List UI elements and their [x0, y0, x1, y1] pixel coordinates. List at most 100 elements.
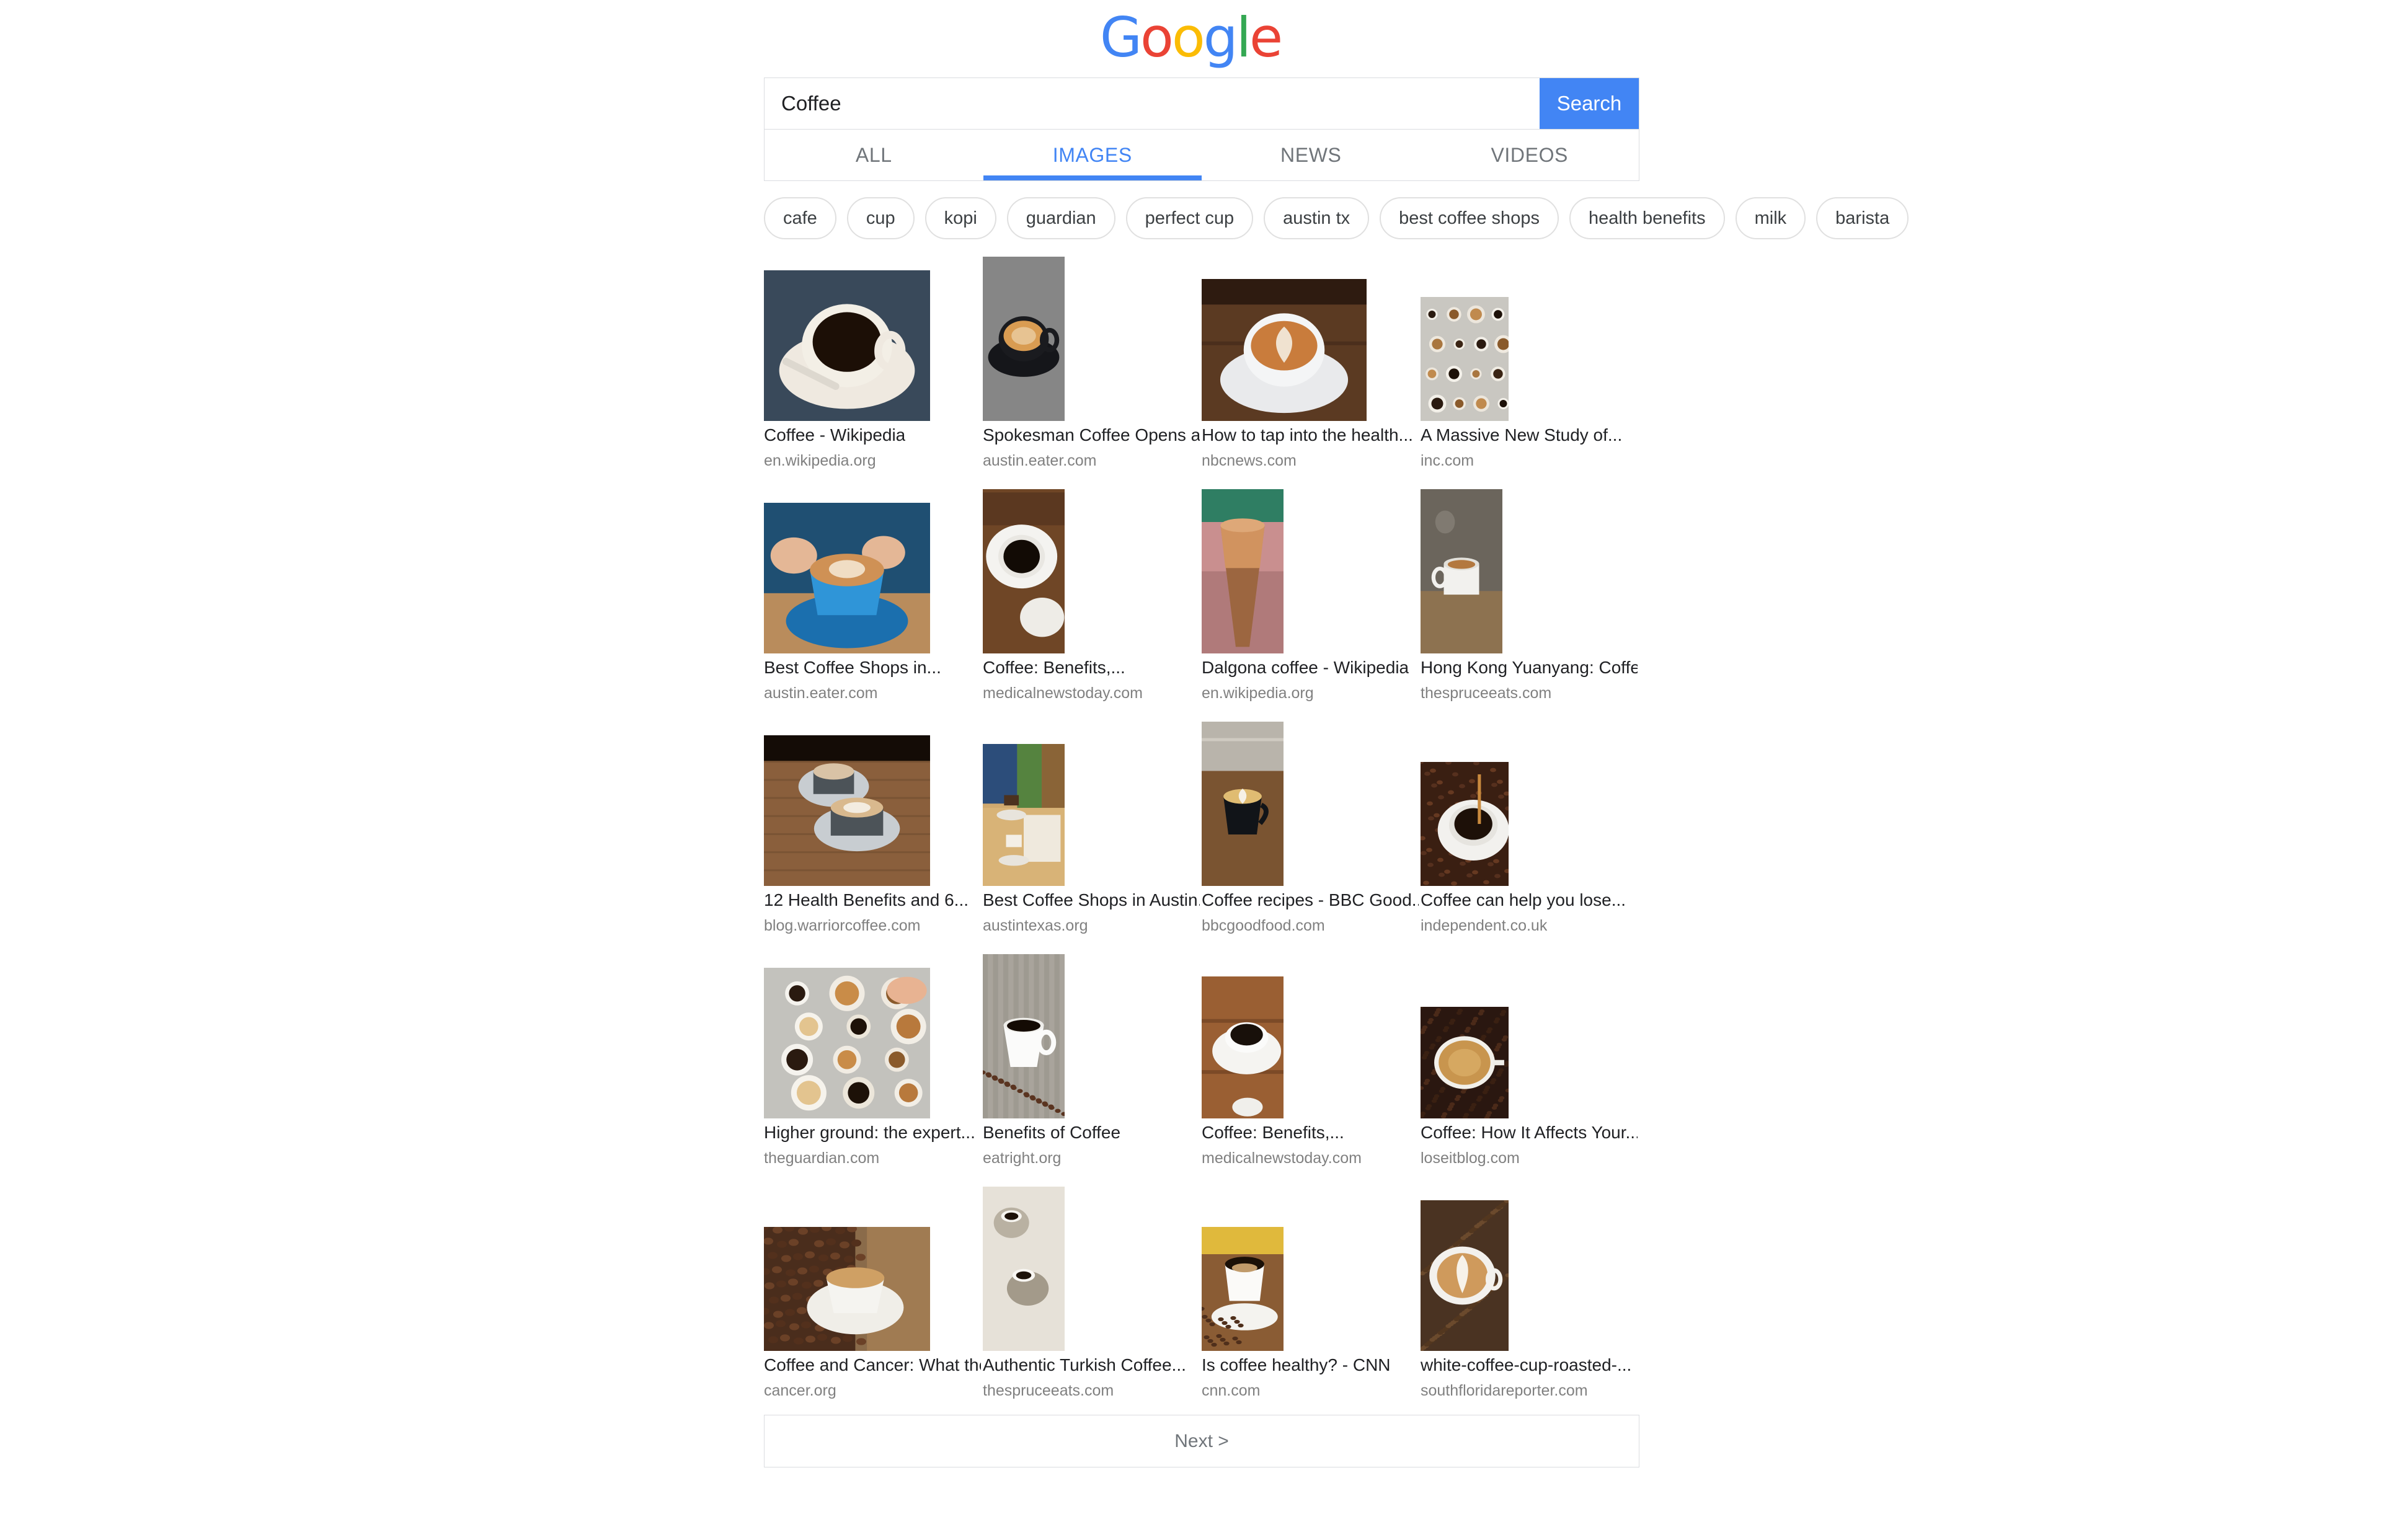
image-result-title[interactable]: Spokesman Coffee Opens a...	[983, 425, 1200, 446]
image-result-item[interactable]: A Massive New Study of... inc.com	[1421, 257, 1639, 489]
image-thumbnail-box	[1202, 489, 1421, 653]
image-result-title[interactable]: How to tap into the health...	[1202, 425, 1413, 446]
image-result-item[interactable]: Dalgona coffee - Wikipedia en.wikipedia.o…	[1202, 489, 1421, 722]
image-result-item[interactable]: Spokesman Coffee Opens a... austin.eater.…	[983, 257, 1202, 489]
image-thumbnail[interactable]	[983, 744, 1065, 886]
google-logo-letter-4: l	[1236, 6, 1252, 69]
image-thumbnail[interactable]	[764, 270, 930, 421]
image-result-item[interactable]: Coffee: Benefits,... medicalnewstoday.com	[983, 489, 1202, 722]
image-result-domain: bbcgoodfood.com	[1202, 917, 1325, 934]
image-thumbnail-box	[983, 722, 1202, 886]
image-result-title[interactable]: Hong Kong Yuanyang: Coffee...	[1421, 657, 1638, 678]
search-chip-cup[interactable]: cup	[846, 197, 915, 239]
image-result-item[interactable]: Best Coffee Shops in... austin.eater.com	[764, 489, 983, 722]
image-result-item[interactable]: Coffee and Cancer: What the... cancer.org	[764, 1187, 983, 1419]
search-chip-austin-tx[interactable]: austin tx	[1264, 197, 1370, 239]
image-result-item[interactable]: Coffee: Benefits,... medicalnewstoday.com	[1202, 954, 1421, 1187]
image-thumbnail[interactable]	[764, 1227, 930, 1351]
image-thumbnail[interactable]	[1202, 722, 1284, 886]
image-result-title[interactable]: Coffee - Wikipedia	[764, 425, 905, 446]
image-result-item[interactable]: Benefits of Coffee eatright.org	[983, 954, 1202, 1187]
image-result-item[interactable]: Coffee: How It Affects Your... loseitblog…	[1421, 954, 1639, 1187]
image-thumbnail[interactable]	[1421, 297, 1509, 421]
search-button[interactable]: Search	[1540, 78, 1639, 129]
image-result-item[interactable]: How to tap into the health... nbcnews.com	[1202, 257, 1421, 489]
image-thumbnail-box	[983, 257, 1202, 421]
image-result-domain: thespruceeats.com	[1421, 684, 1552, 702]
tab-all[interactable]: ALL	[765, 130, 983, 180]
next-page-button[interactable]: Next >	[764, 1415, 1639, 1467]
google-logo-text: Google	[1100, 6, 1283, 69]
google-logo-letter-3: g	[1203, 6, 1238, 69]
image-thumbnail[interactable]	[1202, 976, 1284, 1118]
image-result-item[interactable]: Authentic Turkish Coffee... thespruceeats…	[983, 1187, 1202, 1419]
search-input[interactable]	[765, 78, 1540, 129]
image-thumbnail[interactable]	[1421, 1007, 1509, 1118]
image-thumbnail[interactable]	[764, 503, 930, 653]
image-result-item[interactable]: 12 Health Benefits and 6... blog.warriorc…	[764, 722, 983, 954]
search-chip-barista[interactable]: barista	[1816, 197, 1909, 239]
image-result-item[interactable]: Best Coffee Shops in Austin... austintexa…	[983, 722, 1202, 954]
image-result-item[interactable]: Hong Kong Yuanyang: Coffee... thespruceea…	[1421, 489, 1639, 722]
image-thumbnail[interactable]	[983, 954, 1065, 1118]
image-thumbnail[interactable]	[1202, 279, 1367, 421]
image-result-domain: inc.com	[1421, 452, 1474, 469]
image-result-title[interactable]: Benefits of Coffee	[983, 1122, 1120, 1143]
search-chip-milk[interactable]: milk	[1735, 197, 1806, 239]
google-images-results-page: Google Search ALLIMAGESNEWSVIDEOS cafecu…	[0, 0, 2381, 1540]
image-result-title[interactable]: Dalgona coffee - Wikipedia	[1202, 657, 1409, 678]
image-thumbnail-box	[1421, 489, 1639, 653]
image-result-title[interactable]: Coffee can help you lose...	[1421, 890, 1626, 911]
image-result-domain: loseitblog.com	[1421, 1149, 1520, 1167]
related-search-chips: cafe cup kopi guardian perfect cup austin tx b…	[764, 194, 1909, 242]
search-chip-kopi[interactable]: kopi	[924, 197, 996, 239]
search-chip-cafe[interactable]: cafe	[764, 197, 836, 239]
image-result-item[interactable]: white-coffee-cup-roasted-... southflorida…	[1421, 1187, 1639, 1419]
image-result-title[interactable]: Coffee and Cancer: What the...	[764, 1355, 981, 1376]
image-result-title[interactable]: Coffee: How It Affects Your...	[1421, 1122, 1638, 1143]
image-result-title[interactable]: Coffee recipes - BBC Good...	[1202, 890, 1419, 911]
image-results-grid: Coffee - Wikipedia en.wikipedia.org Spokes…	[764, 257, 1639, 1419]
tab-news[interactable]: NEWS	[1202, 130, 1421, 180]
image-result-item[interactable]: Is coffee healthy? - CNN cnn.com	[1202, 1187, 1421, 1419]
image-result-domain: cancer.org	[764, 1382, 836, 1399]
image-thumbnail[interactable]	[983, 1187, 1065, 1351]
image-result-title[interactable]: white-coffee-cup-roasted-...	[1421, 1355, 1631, 1376]
search-chip-health-benefits[interactable]: health benefits	[1569, 197, 1725, 239]
image-result-domain: blog.warriorcoffee.com	[764, 917, 921, 934]
image-result-title[interactable]: Is coffee healthy? - CNN	[1202, 1355, 1391, 1376]
image-result-title[interactable]: Best Coffee Shops in...	[764, 657, 941, 678]
result-type-tabs: ALL IMAGES NEWS VIDEOS	[764, 130, 1639, 181]
image-thumbnail[interactable]	[983, 489, 1065, 653]
tab-videos[interactable]: VIDEOS	[1421, 130, 1639, 180]
image-result-item[interactable]: Higher ground: the expert... theguardian.…	[764, 954, 983, 1187]
image-thumbnail[interactable]	[764, 968, 930, 1118]
image-result-item[interactable]: Coffee - Wikipedia en.wikipedia.org	[764, 257, 983, 489]
image-result-title[interactable]: A Massive New Study of...	[1421, 425, 1622, 446]
image-result-item[interactable]: Coffee can help you lose... independent.c…	[1421, 722, 1639, 954]
image-thumbnail[interactable]	[1421, 762, 1509, 886]
search-chip-best-coffee-shops[interactable]: best coffee shops	[1380, 197, 1559, 239]
image-result-title[interactable]: Coffee: Benefits,...	[1202, 1122, 1344, 1143]
image-result-title[interactable]: Authentic Turkish Coffee...	[983, 1355, 1186, 1376]
image-thumbnail[interactable]	[764, 735, 930, 886]
image-results-row: Coffee - Wikipedia en.wikipedia.org Spokes…	[764, 257, 1639, 489]
image-result-title[interactable]: 12 Health Benefits and 6...	[764, 890, 969, 911]
image-thumbnail[interactable]	[1202, 1227, 1284, 1351]
image-thumbnail-box	[1421, 722, 1639, 886]
search-chip-perfect-cup[interactable]: perfect cup	[1125, 197, 1254, 239]
tab-images[interactable]: IMAGES	[983, 130, 1202, 180]
google-logo[interactable]: Google	[0, 0, 2381, 76]
image-thumbnail[interactable]	[1421, 489, 1502, 653]
image-thumbnail[interactable]	[1421, 1200, 1509, 1351]
image-thumbnail[interactable]	[1202, 489, 1284, 653]
page-footer: Settings Sign in Privacy Terms	[0, 1488, 2381, 1540]
image-thumbnail[interactable]	[983, 257, 1065, 421]
image-result-title[interactable]: Coffee: Benefits,...	[983, 657, 1125, 678]
image-results-row: 12 Health Benefits and 6... blog.warriorc…	[764, 722, 1639, 954]
search-chip-guardian[interactable]: guardian	[1006, 197, 1115, 239]
image-result-domain: medicalnewstoday.com	[1202, 1149, 1362, 1167]
image-result-item[interactable]: Coffee recipes - BBC Good... bbcgoodfood.…	[1202, 722, 1421, 954]
image-result-title[interactable]: Higher ground: the expert...	[764, 1122, 975, 1143]
image-result-title[interactable]: Best Coffee Shops in Austin...	[983, 890, 1200, 911]
